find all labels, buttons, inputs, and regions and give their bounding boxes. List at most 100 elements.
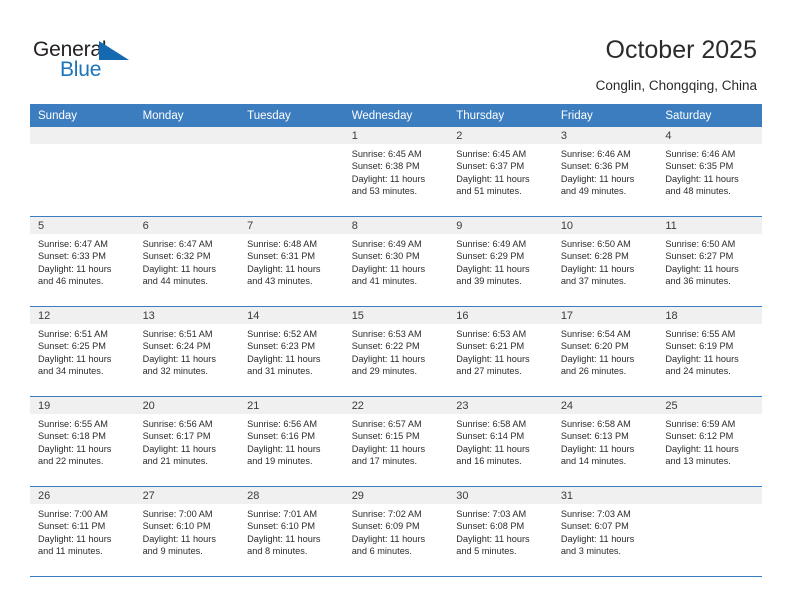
day-number: 30	[448, 487, 553, 504]
daylight-duration-line1: Daylight: 11 hours	[38, 533, 112, 544]
sunrise-time: Sunrise: 6:53 AM	[456, 329, 527, 339]
daylight-duration-line2: and 34 minutes.	[38, 366, 104, 377]
calendar-day-cell[interactable]: 26 Sunrise: 7:00 AM Sunset: 6:11 PM Dayligh…	[30, 486, 135, 577]
daylight-duration-line2: and 16 minutes.	[456, 456, 522, 467]
calendar-day-cell[interactable]: 1 Sunrise: 6:45 AM Sunset: 6:38 PM Daylight…	[343, 127, 449, 217]
day-number: 5	[30, 217, 135, 234]
sunset-time: Sunset: 6:29 PM	[456, 251, 525, 262]
daylight-duration-line2: and 48 minutes.	[665, 186, 731, 197]
daylight-duration-line1: Daylight: 11 hours	[560, 443, 635, 454]
sunset-time: Sunset: 6:15 PM	[351, 431, 420, 442]
day-cell-inner: 16 Sunrise: 6:53 AM Sunset: 6:21 PM Dayligh…	[448, 307, 553, 396]
weekday-header-thursday: Thursday	[448, 104, 553, 127]
calendar-week-row: 1 Sunrise: 6:45 AM Sunset: 6:38 PM Daylight…	[30, 127, 762, 217]
sunset-time: Sunset: 6:08 PM	[456, 521, 525, 532]
calendar-day-cell[interactable]: 12 Sunrise: 6:51 AM Sunset: 6:25 PM Dayligh…	[30, 306, 135, 397]
day-number: 19	[30, 397, 135, 414]
day-number: 4	[657, 127, 762, 144]
sunrise-time: Sunrise: 6:57 AM	[351, 419, 422, 429]
calendar-day-cell[interactable]: 31 Sunrise: 7:03 AM Sunset: 6:07 PM Dayligh…	[552, 486, 658, 577]
calendar-day-cell[interactable]: 18 Sunrise: 6:55 AM Sunset: 6:19 PM Dayligh…	[657, 306, 762, 397]
sunrise-time: Sunrise: 6:50 AM	[665, 239, 736, 249]
sunset-time: Sunset: 6:31 PM	[247, 251, 316, 262]
calendar-day-cell[interactable]: 7 Sunrise: 6:48 AM Sunset: 6:31 PM Daylight…	[239, 216, 344, 307]
day-cell-inner: 31 Sunrise: 7:03 AM Sunset: 6:07 PM Dayligh…	[552, 487, 658, 576]
logo-text-blue: Blue	[60, 58, 102, 81]
calendar-day-cell[interactable]: 19 Sunrise: 6:55 AM Sunset: 6:18 PM Dayligh…	[30, 396, 135, 487]
daylight-duration-line1: Daylight: 11 hours	[560, 173, 635, 184]
daylight-duration-line2: and 9 minutes.	[142, 546, 203, 557]
day-cell-inner: 12 Sunrise: 6:51 AM Sunset: 6:25 PM Dayligh…	[30, 307, 135, 396]
calendar-day-cell[interactable]: 2 Sunrise: 6:45 AM Sunset: 6:37 PM Daylight…	[448, 127, 553, 217]
calendar-day-cell[interactable]: 10 Sunrise: 6:50 AM Sunset: 6:28 PM Dayligh…	[552, 216, 658, 307]
calendar-day-cell[interactable]: 16 Sunrise: 6:53 AM Sunset: 6:21 PM Dayligh…	[448, 306, 553, 397]
weekday-header-sunday: Sunday	[30, 104, 135, 127]
calendar-day-cell[interactable]: 15 Sunrise: 6:53 AM Sunset: 6:22 PM Dayligh…	[343, 306, 449, 397]
day-details: Sunrise: 6:56 AM Sunset: 6:17 PM Daylight:…	[135, 414, 240, 468]
calendar-day-cell[interactable]: 8 Sunrise: 6:49 AM Sunset: 6:30 PM Daylight…	[343, 216, 449, 307]
calendar-day-cell[interactable]: 13 Sunrise: 6:51 AM Sunset: 6:24 PM Dayligh…	[134, 306, 240, 397]
daylight-duration-line1: Daylight: 11 hours	[456, 263, 530, 274]
daylight-duration-line2: and 13 minutes.	[665, 456, 731, 467]
day-number	[657, 487, 762, 504]
day-details: Sunrise: 7:03 AM Sunset: 6:08 PM Daylight:…	[448, 504, 553, 558]
daylight-duration-line1: Daylight: 11 hours	[665, 353, 739, 364]
calendar-day-cell[interactable]: 24 Sunrise: 6:58 AM Sunset: 6:13 PM Dayligh…	[552, 396, 658, 487]
day-cell-inner: 9 Sunrise: 6:49 AM Sunset: 6:29 PM Daylight…	[448, 217, 553, 306]
calendar-day-cell[interactable]: 27 Sunrise: 7:00 AM Sunset: 6:10 PM Dayligh…	[134, 486, 240, 577]
calendar-day-cell[interactable]: 17 Sunrise: 6:54 AM Sunset: 6:20 PM Dayligh…	[552, 306, 658, 397]
sunrise-time: Sunrise: 6:47 AM	[142, 239, 213, 249]
calendar-day-cell[interactable]: 22 Sunrise: 6:57 AM Sunset: 6:15 PM Dayligh…	[343, 396, 449, 487]
daylight-duration-line2: and 43 minutes.	[247, 276, 313, 287]
calendar-day-cell[interactable]: 11 Sunrise: 6:50 AM Sunset: 6:27 PM Dayligh…	[657, 216, 762, 307]
calendar-day-cell[interactable]: 20 Sunrise: 6:56 AM Sunset: 6:17 PM Dayligh…	[134, 396, 240, 487]
daylight-duration-line2: and 44 minutes.	[142, 276, 208, 287]
day-cell-inner: 27 Sunrise: 7:00 AM Sunset: 6:10 PM Dayligh…	[134, 487, 240, 576]
sunset-time: Sunset: 6:11 PM	[38, 521, 106, 532]
calendar-day-cell[interactable]: 29 Sunrise: 7:02 AM Sunset: 6:09 PM Dayligh…	[343, 486, 449, 577]
calendar-day-cell[interactable]: 23 Sunrise: 6:58 AM Sunset: 6:14 PM Dayligh…	[448, 396, 553, 487]
calendar-day-cell[interactable]: 30 Sunrise: 7:03 AM Sunset: 6:08 PM Dayligh…	[448, 486, 553, 577]
daylight-duration-line2: and 22 minutes.	[38, 456, 104, 467]
day-cell-inner: 11 Sunrise: 6:50 AM Sunset: 6:27 PM Dayligh…	[657, 217, 762, 306]
sunrise-time: Sunrise: 6:46 AM	[560, 149, 631, 159]
day-number: 21	[239, 397, 344, 414]
general-blue-logo[interactable]: General Blue	[33, 38, 153, 84]
day-details: Sunrise: 6:53 AM Sunset: 6:21 PM Daylight:…	[448, 324, 553, 378]
day-cell-inner: 28 Sunrise: 7:01 AM Sunset: 6:10 PM Dayligh…	[239, 487, 344, 576]
day-cell-inner: 18 Sunrise: 6:55 AM Sunset: 6:19 PM Dayligh…	[657, 307, 762, 396]
daylight-duration-line2: and 24 minutes.	[665, 366, 731, 377]
day-number	[30, 127, 135, 144]
calendar-day-cell[interactable]: 3 Sunrise: 6:46 AM Sunset: 6:36 PM Daylight…	[552, 127, 658, 217]
calendar-day-cell[interactable]: 28 Sunrise: 7:01 AM Sunset: 6:10 PM Dayligh…	[239, 486, 344, 577]
calendar-day-cell[interactable]: 6 Sunrise: 6:47 AM Sunset: 6:32 PM Daylight…	[134, 216, 240, 307]
daylight-duration-line1: Daylight: 11 hours	[142, 533, 216, 544]
daylight-duration-line1: Daylight: 11 hours	[665, 173, 739, 184]
daylight-duration-line2: and 21 minutes.	[142, 456, 208, 467]
day-number: 1	[343, 127, 449, 144]
weekday-header-wednesday: Wednesday	[343, 104, 449, 127]
calendar-day-cell[interactable]: 25 Sunrise: 6:59 AM Sunset: 6:12 PM Dayligh…	[657, 396, 762, 487]
daylight-duration-line1: Daylight: 11 hours	[456, 353, 530, 364]
daylight-duration-line2: and 41 minutes.	[351, 276, 418, 287]
day-cell-inner: 26 Sunrise: 7:00 AM Sunset: 6:11 PM Dayligh…	[30, 487, 135, 576]
weekday-header-monday: Monday	[134, 104, 240, 127]
day-details: Sunrise: 7:03 AM Sunset: 6:07 PM Daylight:…	[553, 504, 658, 558]
calendar-day-cell[interactable]: 21 Sunrise: 6:56 AM Sunset: 6:16 PM Dayligh…	[239, 396, 344, 487]
sunset-time: Sunset: 6:07 PM	[560, 521, 629, 532]
day-cell-inner: 21 Sunrise: 6:56 AM Sunset: 6:16 PM Dayligh…	[239, 397, 344, 486]
sunset-time: Sunset: 6:32 PM	[142, 251, 211, 262]
calendar-day-cell[interactable]: 4 Sunrise: 6:46 AM Sunset: 6:35 PM Daylight…	[657, 127, 762, 217]
sunset-time: Sunset: 6:28 PM	[560, 251, 629, 262]
calendar-day-cell[interactable]: 9 Sunrise: 6:49 AM Sunset: 6:29 PM Daylight…	[448, 216, 553, 307]
sunrise-time: Sunrise: 7:00 AM	[142, 509, 213, 519]
sunrise-time: Sunrise: 6:50 AM	[560, 239, 631, 249]
triangle-icon	[99, 41, 129, 60]
daylight-duration-line1: Daylight: 11 hours	[38, 263, 112, 274]
day-details: Sunrise: 6:58 AM Sunset: 6:13 PM Daylight:…	[553, 414, 658, 468]
calendar-cell-empty	[657, 486, 762, 577]
calendar-day-cell[interactable]: 14 Sunrise: 6:52 AM Sunset: 6:23 PM Dayligh…	[239, 306, 344, 397]
sunset-time: Sunset: 6:13 PM	[560, 431, 629, 442]
calendar-day-cell[interactable]: 5 Sunrise: 6:47 AM Sunset: 6:33 PM Daylight…	[30, 216, 135, 307]
day-cell-inner: 19 Sunrise: 6:55 AM Sunset: 6:18 PM Dayligh…	[30, 397, 135, 486]
